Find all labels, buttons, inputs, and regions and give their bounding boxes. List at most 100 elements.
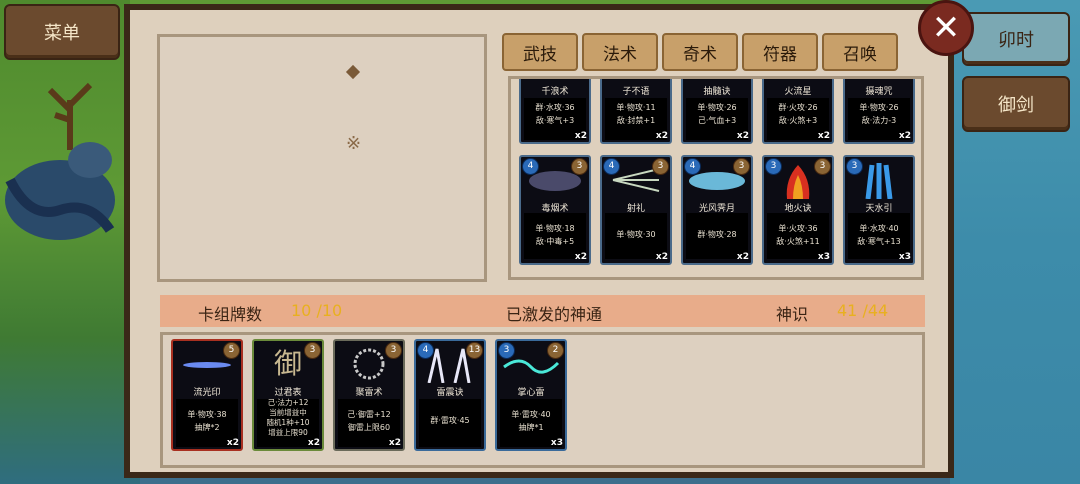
tab-martial[interactable]: 武技 — [502, 33, 578, 71]
deck-card[interactable]: 4 13 雷震诀 群·雷攻·45 — [414, 339, 486, 451]
card-quantity: x2 — [898, 131, 911, 141]
card-effect-2: 敌·寒气+3 — [535, 116, 575, 125]
card-effect: 群·物攻·28 — [697, 230, 737, 239]
placeholder-mark: ※ — [346, 133, 362, 154]
activated-title: 已激发的神通 — [506, 305, 603, 324]
library-card[interactable]: 千浪术 群·水攻·36 敌·寒气+3 x2 — [519, 79, 591, 144]
card-effect-2: 抽牌*2 — [194, 423, 220, 432]
card-effect-2: 御雷上限60 — [347, 423, 391, 432]
deck-card[interactable]: 3 2 掌心雷 单·雷攻·40 抽牌*1 x3 — [495, 339, 567, 451]
card-quantity: x2 — [307, 438, 320, 448]
card-effect: 单·物攻·38 — [187, 410, 227, 419]
tab-arcane[interactable]: 奇术 — [662, 33, 738, 71]
card-effect-2: 当前增益中 — [269, 408, 307, 417]
energy-cost-badge: 4 — [603, 158, 620, 175]
card-quantity: x2 — [736, 131, 749, 141]
card-effect: 己·法力+12 — [267, 398, 309, 407]
sense-cost-badge: 13 — [466, 342, 483, 359]
library-card[interactable]: 4 3 射礼 单·物攻·30 x2 — [600, 155, 672, 265]
library-card[interactable]: 4 3 毒烟术 单·物攻·18 敌·中毒+5 x2 — [519, 155, 591, 265]
sense-cost-badge: 5 — [223, 342, 240, 359]
card-effect-2: 敌·火煞+3 — [778, 116, 818, 125]
card-effect: 群·水攻·36 — [535, 103, 575, 112]
card-effect: 群·雷攻·45 — [430, 416, 470, 425]
card-effect: 单·物攻·30 — [616, 230, 656, 239]
card-effect-4: 增益上限90 — [268, 428, 308, 437]
card-name: 聚雷术 — [355, 388, 383, 398]
sense-value: 41 /44 — [837, 301, 889, 320]
card-preview-area: ※ — [157, 34, 487, 282]
active-deck: 5 流光印 单·物攻·38 抽牌*2 x2 御 3 过君表 己·法力+12 当前… — [160, 332, 925, 468]
menu-button[interactable]: 菜单 — [4, 4, 120, 60]
card-effect: 单·物攻·18 — [535, 224, 575, 233]
card-effect: 己·御雷+12 — [347, 410, 391, 419]
card-effect-2: 敌·火煞+11 — [776, 237, 820, 246]
card-effect: 单·水攻·40 — [859, 224, 899, 233]
sense-cost-badge: 3 — [304, 342, 321, 359]
library-card[interactable]: 摄魂咒 单·物攻·26 敌·法力-3 x2 — [843, 79, 915, 144]
sense-label: 神识 — [776, 305, 809, 324]
card-quantity: x2 — [736, 252, 749, 262]
energy-cost-badge: 4 — [684, 158, 701, 175]
energy-cost-badge: 3 — [498, 342, 515, 359]
card-library: 千浪术 群·水攻·36 敌·寒气+3 x2 子不语 单·物攻·11 敌·封禁+1… — [508, 76, 924, 280]
card-quantity: x3 — [898, 252, 911, 262]
card-quantity: x3 — [817, 252, 830, 262]
close-button[interactable]: ✕ — [918, 0, 974, 56]
card-effect: 单·火攻·36 — [778, 224, 818, 233]
card-name: 流光印 — [193, 388, 221, 398]
card-effect-2: 敌·中毒+5 — [535, 237, 575, 246]
card-name: 过君表 — [274, 388, 302, 398]
tab-summon[interactable]: 召唤 — [822, 33, 898, 71]
library-card[interactable]: 子不语 单·物攻·11 敌·封禁+1 x2 — [600, 79, 672, 144]
card-effect: 单·物攻·11 — [616, 103, 656, 112]
card-quantity: x2 — [226, 438, 239, 448]
deck-status-bar: 卡组牌数 10 /10 已激发的神通 神识 41 /44 — [160, 295, 925, 327]
card-name: 火流星 — [784, 87, 812, 97]
sense-cost-badge: 3 — [814, 158, 831, 175]
energy-cost-badge: 3 — [765, 158, 782, 175]
energy-cost-badge: 4 — [522, 158, 539, 175]
sense-cost-badge: 3 — [385, 342, 402, 359]
time-button[interactable]: 卯时 — [962, 12, 1070, 66]
library-card[interactable]: 4 3 光风霁月 群·物攻·28 x2 — [681, 155, 753, 265]
card-effect: 单·物攻·26 — [859, 103, 899, 112]
card-name: 掌心雷 — [517, 388, 545, 398]
card-effect: 单·雷攻·40 — [511, 410, 551, 419]
deck-card[interactable]: 5 流光印 单·物攻·38 抽牌*2 x2 — [171, 339, 243, 451]
tab-talisman[interactable]: 符器 — [742, 33, 818, 71]
deck-count-label: 卡组牌数 — [198, 305, 263, 324]
card-effect-2: 敌·法力-3 — [861, 116, 897, 125]
sense-cost-badge: 3 — [571, 158, 588, 175]
card-effect-3: 随机1种+10 — [266, 418, 310, 427]
library-card[interactable]: 3 3 地火诀 单·火攻·36 敌·火煞+11 x3 — [762, 155, 834, 265]
sense-cost-badge: 2 — [547, 342, 564, 359]
card-quantity: x3 — [550, 438, 563, 448]
library-card[interactable]: 3 天水引 单·水攻·40 敌·寒气+13 x3 — [843, 155, 915, 265]
sword-flight-button[interactable]: 御剑 — [962, 76, 1070, 132]
card-effect-2: 抽牌*1 — [518, 423, 544, 432]
library-card[interactable]: 火流星 群·火攻·26 敌·火煞+3 x2 — [762, 79, 834, 144]
library-card[interactable]: 抽髓诀 单·物攻·26 己·气血+3 x2 — [681, 79, 753, 144]
card-quantity: x2 — [574, 131, 587, 141]
deck-card[interactable]: 3 聚雷术 己·御雷+12 御雷上限60 x2 — [333, 339, 405, 451]
deck-count-value: 10 /10 — [291, 301, 343, 320]
card-quantity: x2 — [574, 252, 587, 262]
card-effect-2: 己·气血+3 — [697, 116, 737, 125]
category-tabs: 武技 法术 奇术 符器 召唤 — [502, 33, 898, 73]
card-quantity: x2 — [655, 252, 668, 262]
card-name: 摄魂咒 — [865, 87, 893, 97]
tab-spell[interactable]: 法术 — [582, 33, 658, 71]
card-quantity: x2 — [817, 131, 830, 141]
card-effect: 群·火攻·26 — [778, 103, 818, 112]
background-water — [950, 0, 1080, 484]
card-name: 抽髓诀 — [703, 87, 731, 97]
sense-cost-badge: 3 — [652, 158, 669, 175]
diamond-icon — [345, 64, 361, 80]
deck-card[interactable]: 御 3 过君表 己·法力+12 当前增益中 随机1种+10 增益上限90 x2 — [252, 339, 324, 451]
card-effect-2: 敌·寒气+13 — [857, 237, 901, 246]
sense-cost-badge: 3 — [733, 158, 750, 175]
energy-cost-badge: 4 — [417, 342, 434, 359]
card-name: 千浪术 — [541, 87, 569, 97]
card-name: 子不语 — [622, 87, 650, 97]
